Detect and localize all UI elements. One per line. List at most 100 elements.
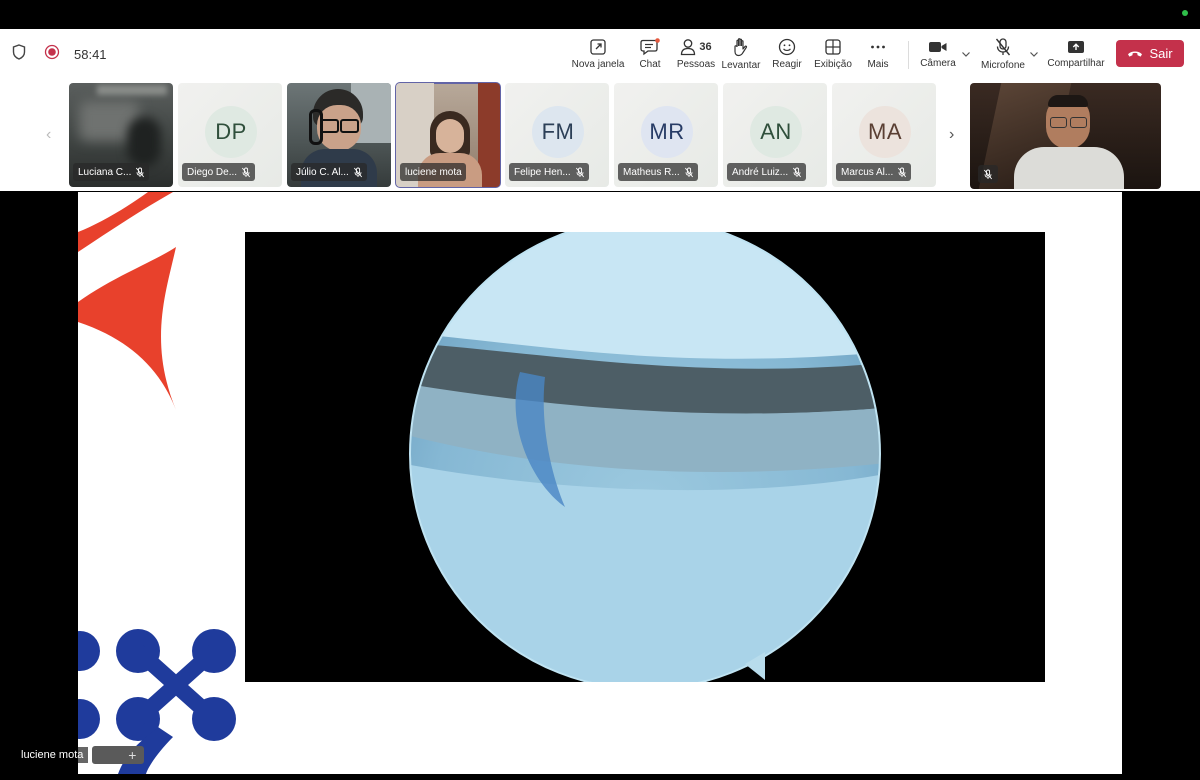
participant-initials: MR <box>649 119 685 144</box>
view-button[interactable]: Exibição <box>814 29 852 79</box>
view-label: Exibição <box>814 59 852 70</box>
participant-tile-luciana[interactable]: Luciana C... <box>69 83 173 187</box>
hang-up-icon <box>1128 51 1143 57</box>
shared-screen-stage: luciene mota + <box>4 192 1196 774</box>
participant-avatar: FM <box>532 106 584 158</box>
camera-label: Câmera <box>920 58 956 69</box>
status-dot-icon <box>1182 10 1188 16</box>
participant-name-tag: Júlio C. Al... <box>291 163 367 181</box>
presenter-bar: luciene mota + <box>16 746 145 764</box>
more-icon <box>871 45 885 49</box>
self-video-tile[interactable] <box>970 83 1161 189</box>
video-camera-icon <box>929 42 947 52</box>
zoom-in-button[interactable]: + <box>92 746 145 764</box>
participant-name: André Luiz... <box>732 166 789 178</box>
participant-tile-diego[interactable]: DP Diego De... <box>178 83 282 187</box>
smiley-icon <box>778 38 796 56</box>
pop-out-icon <box>590 39 606 55</box>
meeting-toolbar: 58:41 Nova janela Chat 36 Pessoas Levant… <box>0 29 1200 80</box>
participant-strip: ‹ Luciana C... DP Diego De... Júlio C. A… <box>0 79 1200 191</box>
participant-name-tag: Marcus Al... <box>836 163 912 181</box>
arthroscopy-image <box>245 218 1045 690</box>
participant-tile-matheus[interactable]: MR Matheus R... <box>614 83 718 187</box>
strip-prev-button[interactable]: ‹ <box>46 79 51 191</box>
chevron-right-icon: › <box>949 126 955 143</box>
participant-avatar: DP <box>205 106 257 158</box>
react-button[interactable]: Reagir <box>772 29 802 79</box>
participant-initials: AN <box>760 119 792 144</box>
mic-off-icon <box>136 167 145 177</box>
participant-initials: FM <box>541 119 575 144</box>
grid-icon <box>825 39 841 55</box>
participant-avatar: MR <box>641 106 693 158</box>
self-video <box>970 83 1161 189</box>
participant-name-tag: Luciana C... <box>73 163 150 181</box>
participant-tile-felipe[interactable]: FM Felipe Hen... <box>505 83 609 187</box>
participant-name: Júlio C. Al... <box>296 166 349 178</box>
toolbar-divider <box>908 41 909 69</box>
red-logo-shape <box>78 192 176 410</box>
meeting-timer: 58:41 <box>74 46 107 62</box>
mic-off-icon <box>684 167 693 177</box>
camera-button[interactable]: Câmera <box>920 29 956 79</box>
more-label: Mais <box>867 59 889 70</box>
participant-name-tag: Matheus R... <box>618 163 698 181</box>
self-mic-status <box>978 165 998 183</box>
participant-tile-luciene[interactable]: luciene mota <box>395 82 501 188</box>
shield-icon[interactable] <box>12 43 26 65</box>
participant-avatar: MA <box>859 106 911 158</box>
leave-label: Sair <box>1149 46 1173 61</box>
participant-name: Matheus R... <box>623 166 680 178</box>
chevron-left-icon: ‹ <box>46 126 52 143</box>
window-titlebar <box>0 0 1200 29</box>
people-button[interactable]: 36 Pessoas <box>677 29 715 79</box>
participant-name: Luciana C... <box>78 166 132 178</box>
raise-hand-button[interactable]: Levantar <box>722 29 760 79</box>
participant-name: Felipe Hen... <box>514 166 571 178</box>
participant-name-tag: luciene mota <box>400 163 466 181</box>
share-label: Compartilhar <box>1047 58 1105 69</box>
mic-off-icon <box>898 167 907 177</box>
microphone-label: Microfone <box>981 60 1025 71</box>
chat-icon <box>640 38 660 56</box>
arthroscopy-view <box>245 218 1045 690</box>
participant-name-tag: Felipe Hen... <box>509 163 589 181</box>
participant-avatar: AN <box>750 106 802 158</box>
participant-tile-andre[interactable]: AN André Luiz... <box>723 83 827 187</box>
chevron-down-icon <box>962 52 970 57</box>
mic-off-icon <box>575 167 584 177</box>
share-button[interactable]: Compartilhar <box>1047 29 1105 79</box>
plus-icon: + <box>128 747 137 763</box>
participant-initials: MA <box>868 119 902 144</box>
strip-next-button[interactable]: › <box>949 79 954 191</box>
people-indicator: 36 <box>680 38 712 56</box>
chat-label: Chat <box>639 59 661 70</box>
microphone-options-dropdown[interactable] <box>1029 29 1039 79</box>
participant-tile-julio[interactable]: Júlio C. Al... <box>287 83 391 187</box>
chevron-down-icon <box>1030 52 1038 57</box>
camera-options-dropdown[interactable] <box>961 29 971 79</box>
participant-name: luciene mota <box>405 166 462 178</box>
participant-name-tag: Diego De... <box>182 163 256 181</box>
recording-icon <box>44 44 60 65</box>
meeting-info: 58:41 <box>12 29 107 79</box>
leave-button[interactable]: Sair <box>1116 40 1184 67</box>
share-screen-icon <box>1068 41 1084 53</box>
mic-off-icon <box>241 167 251 177</box>
people-count: 36 <box>699 41 712 53</box>
presenter-name: luciene mota <box>16 747 89 763</box>
participant-name-tag: André Luiz... <box>727 163 807 181</box>
presentation-slide <box>78 192 1122 774</box>
microphone-button[interactable]: Microfone <box>980 29 1026 79</box>
more-button[interactable]: Mais <box>866 29 890 79</box>
hand-icon <box>734 38 748 57</box>
new-window-button[interactable]: Nova janela <box>572 29 624 79</box>
mic-off-icon <box>793 167 802 177</box>
mic-off-icon <box>353 167 362 177</box>
participant-tile-marcus[interactable]: MA Marcus Al... <box>832 83 936 187</box>
chat-button[interactable]: Chat <box>636 29 664 79</box>
person-icon <box>681 39 696 56</box>
react-label: Reagir <box>772 59 802 70</box>
mic-off-icon <box>983 169 993 179</box>
people-label: Pessoas <box>676 59 716 70</box>
